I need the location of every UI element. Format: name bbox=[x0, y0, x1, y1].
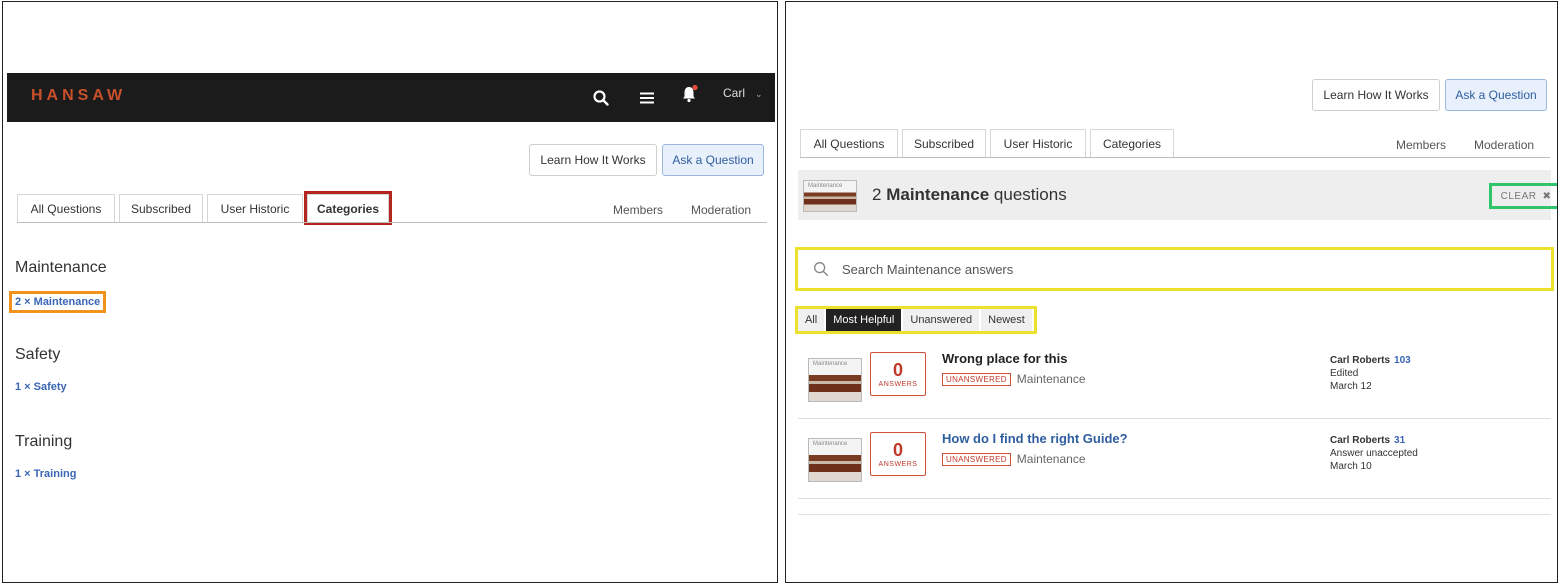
category-title-training: Training bbox=[15, 433, 73, 450]
sort-filter-bar: All Most Helpful Unanswered Newest bbox=[795, 306, 1037, 334]
author-reputation: 103 bbox=[1394, 355, 1411, 366]
tab-user-historic[interactable]: User Historic bbox=[207, 194, 303, 222]
close-icon: ✖ bbox=[1542, 190, 1552, 202]
left-panel: HANSAW Carl ⌄ Learn How It Works Ask a Qu… bbox=[2, 1, 778, 583]
question-activity: Edited bbox=[1330, 368, 1359, 379]
tab-members[interactable]: Members bbox=[1396, 138, 1446, 152]
author-name[interactable]: Carl Roberts bbox=[1330, 435, 1390, 446]
tab-all-questions[interactable]: All Questions bbox=[17, 194, 115, 222]
tab-subscribed[interactable]: Subscribed bbox=[119, 194, 203, 222]
tab-bar: All Questions Subscribed User Historic C… bbox=[17, 191, 767, 225]
banner-category: Maintenance bbox=[886, 185, 990, 204]
ask-question-button[interactable]: Ask a Question bbox=[1445, 79, 1547, 111]
category-title-maintenance: Maintenance bbox=[15, 259, 107, 276]
search-input[interactable]: Search Maintenance answers bbox=[842, 262, 1013, 277]
answers-count: 0 bbox=[892, 439, 903, 460]
filter-most-helpful[interactable]: Most Helpful bbox=[826, 309, 902, 331]
clear-button[interactable]: CLEAR ✖ bbox=[1489, 183, 1557, 209]
tab-subscribed[interactable]: Subscribed bbox=[902, 129, 986, 157]
category-link-training[interactable]: 1 × Training bbox=[15, 468, 76, 480]
clear-label: CLEAR bbox=[1500, 190, 1537, 202]
category-thumbnail: Maintenance bbox=[803, 180, 857, 212]
search-box[interactable]: Search Maintenance answers bbox=[795, 247, 1554, 291]
answers-count-box: 0 ANSWERS bbox=[870, 432, 926, 476]
tab-members[interactable]: Members bbox=[613, 203, 663, 217]
tab-moderation[interactable]: Moderation bbox=[1474, 138, 1534, 152]
category-link-maintenance[interactable]: 2 × Maintenance bbox=[8, 291, 107, 313]
answers-count: 0 bbox=[892, 359, 903, 380]
question-row: Maintenance 0 ANSWERS Wrong place for th… bbox=[798, 339, 1551, 419]
question-row: Maintenance 0 ANSWERS How do I find the … bbox=[798, 419, 1551, 499]
thumbnail-label: Maintenance bbox=[808, 183, 843, 189]
question-thumbnail: Maintenance bbox=[808, 358, 862, 402]
thumbnail-label: Maintenance bbox=[813, 361, 848, 367]
learn-how-it-works-button[interactable]: Learn How It Works bbox=[1312, 79, 1440, 111]
menu-icon[interactable] bbox=[637, 88, 657, 108]
question-thumbnail: Maintenance bbox=[808, 438, 862, 482]
learn-how-it-works-button[interactable]: Learn How It Works bbox=[529, 144, 657, 176]
filter-newest[interactable]: Newest bbox=[981, 309, 1032, 331]
question-title[interactable]: How do I find the right Guide? bbox=[942, 431, 1128, 446]
banner-count: 2 bbox=[872, 185, 882, 204]
author-reputation: 31 bbox=[1394, 435, 1406, 446]
question-category[interactable]: Maintenance bbox=[1017, 372, 1086, 386]
bell-icon[interactable] bbox=[679, 84, 699, 104]
answers-label: ANSWERS bbox=[878, 380, 918, 388]
tab-all-questions[interactable]: All Questions bbox=[800, 129, 898, 157]
answers-label: ANSWERS bbox=[878, 460, 918, 468]
category-banner: Maintenance 2 Maintenance questions CLEA… bbox=[798, 170, 1557, 220]
filter-all[interactable]: All bbox=[798, 309, 825, 331]
category-title-safety: Safety bbox=[15, 346, 61, 363]
tab-divider bbox=[800, 157, 1550, 158]
status-badge: UNANSWERED bbox=[942, 452, 1011, 466]
banner-heading: 2 Maintenance questions bbox=[872, 185, 1067, 205]
brand-logo[interactable]: HANSAW bbox=[31, 87, 126, 105]
answers-count-box: 0 ANSWERS bbox=[870, 352, 926, 396]
tab-bar: All Questions Subscribed User Historic C… bbox=[800, 129, 1550, 157]
search-icon bbox=[814, 262, 829, 277]
right-panel: Learn How It Works Ask a Question All Qu… bbox=[785, 1, 1558, 583]
tab-categories[interactable]: Categories bbox=[1090, 129, 1174, 157]
status-badge: UNANSWERED bbox=[942, 372, 1011, 386]
question-activity: Answer unaccepted bbox=[1330, 448, 1418, 459]
user-name: Carl bbox=[723, 86, 746, 100]
list-end-divider bbox=[798, 514, 1551, 515]
tab-user-historic[interactable]: User Historic bbox=[990, 129, 1086, 157]
category-link-safety[interactable]: 1 × Safety bbox=[15, 381, 67, 393]
tab-moderation[interactable]: Moderation bbox=[691, 203, 751, 217]
ask-question-button[interactable]: Ask a Question bbox=[662, 144, 764, 176]
user-menu[interactable]: Carl ⌄ bbox=[723, 86, 763, 100]
tab-divider bbox=[17, 222, 767, 223]
question-author-block: Carl Roberts 103 Edited March 12 bbox=[1330, 354, 1411, 393]
question-author-block: Carl Roberts 31 Answer unaccepted March 1… bbox=[1330, 434, 1418, 473]
question-date: March 12 bbox=[1330, 381, 1372, 392]
question-meta: UNANSWERED Maintenance bbox=[942, 372, 1086, 386]
banner-suffix: questions bbox=[993, 185, 1067, 204]
question-meta: UNANSWERED Maintenance bbox=[942, 452, 1086, 466]
tab-categories[interactable]: Categories bbox=[304, 191, 392, 225]
chevron-down-icon: ⌄ bbox=[755, 89, 763, 99]
top-navbar: HANSAW Carl ⌄ bbox=[7, 73, 775, 122]
question-date: March 10 bbox=[1330, 461, 1372, 472]
filter-unanswered[interactable]: Unanswered bbox=[903, 309, 980, 331]
search-icon[interactable] bbox=[591, 88, 611, 108]
question-title[interactable]: Wrong place for this bbox=[942, 351, 1067, 366]
thumbnail-label: Maintenance bbox=[813, 441, 848, 447]
question-category[interactable]: Maintenance bbox=[1017, 452, 1086, 466]
author-name[interactable]: Carl Roberts bbox=[1330, 355, 1390, 366]
notification-dot bbox=[692, 84, 698, 91]
